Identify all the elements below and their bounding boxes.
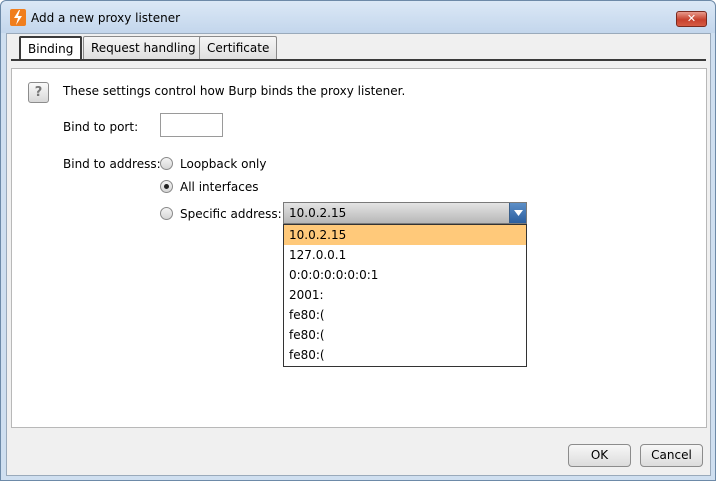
chevron-down-icon[interactable]: [509, 203, 526, 223]
burp-lightning-icon: [10, 9, 26, 26]
dropdown-option[interactable]: fe80:(: [284, 345, 526, 365]
tab-certificate[interactable]: Certificate: [199, 36, 278, 60]
cancel-button[interactable]: Cancel: [640, 444, 703, 467]
dropdown-option[interactable]: 127.0.0.1: [284, 245, 526, 265]
tab-request-handling[interactable]: Request handling: [83, 36, 204, 60]
close-button[interactable]: ✕: [676, 11, 707, 27]
loopback-radio[interactable]: [160, 157, 173, 170]
dropdown-option[interactable]: 0:0:0:0:0:0:0:1: [284, 265, 526, 285]
help-icon[interactable]: ?: [28, 82, 49, 103]
dialog-body: Binding Request handling Certificate ? T…: [6, 33, 711, 476]
port-input[interactable]: [160, 113, 223, 137]
dropdown-option[interactable]: fe80:(: [284, 305, 526, 325]
specific-address-combo[interactable]: 10.0.2.15: [283, 202, 527, 224]
all-interfaces-label[interactable]: All interfaces: [180, 180, 258, 194]
tab-divider: [11, 59, 706, 61]
ok-button[interactable]: OK: [568, 444, 631, 467]
specific-address-radio[interactable]: [160, 207, 173, 220]
close-icon: ✕: [686, 12, 697, 25]
dropdown-option[interactable]: 2001:: [284, 285, 526, 305]
combo-selected-value: 10.0.2.15: [289, 206, 347, 220]
address-label: Bind to address:: [63, 157, 161, 171]
window-title: Add a new proxy listener: [31, 11, 181, 25]
dialog-window: Add a new proxy listener ✕ Binding Reque…: [0, 0, 716, 481]
all-interfaces-radio[interactable]: [160, 180, 173, 193]
binding-intro-text: These settings control how Burp binds th…: [63, 84, 406, 98]
loopback-label[interactable]: Loopback only: [180, 157, 267, 171]
specific-address-label[interactable]: Specific address:: [180, 207, 282, 221]
dropdown-option[interactable]: 10.0.2.15: [284, 225, 526, 245]
tab-binding[interactable]: Binding: [19, 36, 83, 61]
dropdown-option[interactable]: fe80:(: [284, 325, 526, 345]
binding-panel: ? These settings control how Burp binds …: [11, 68, 707, 428]
port-label: Bind to port:: [63, 120, 139, 134]
title-bar[interactable]: Add a new proxy listener ✕: [1, 1, 715, 33]
address-dropdown-list: 10.0.2.15 127.0.0.1 0:0:0:0:0:0:0:1 2001…: [283, 224, 527, 367]
